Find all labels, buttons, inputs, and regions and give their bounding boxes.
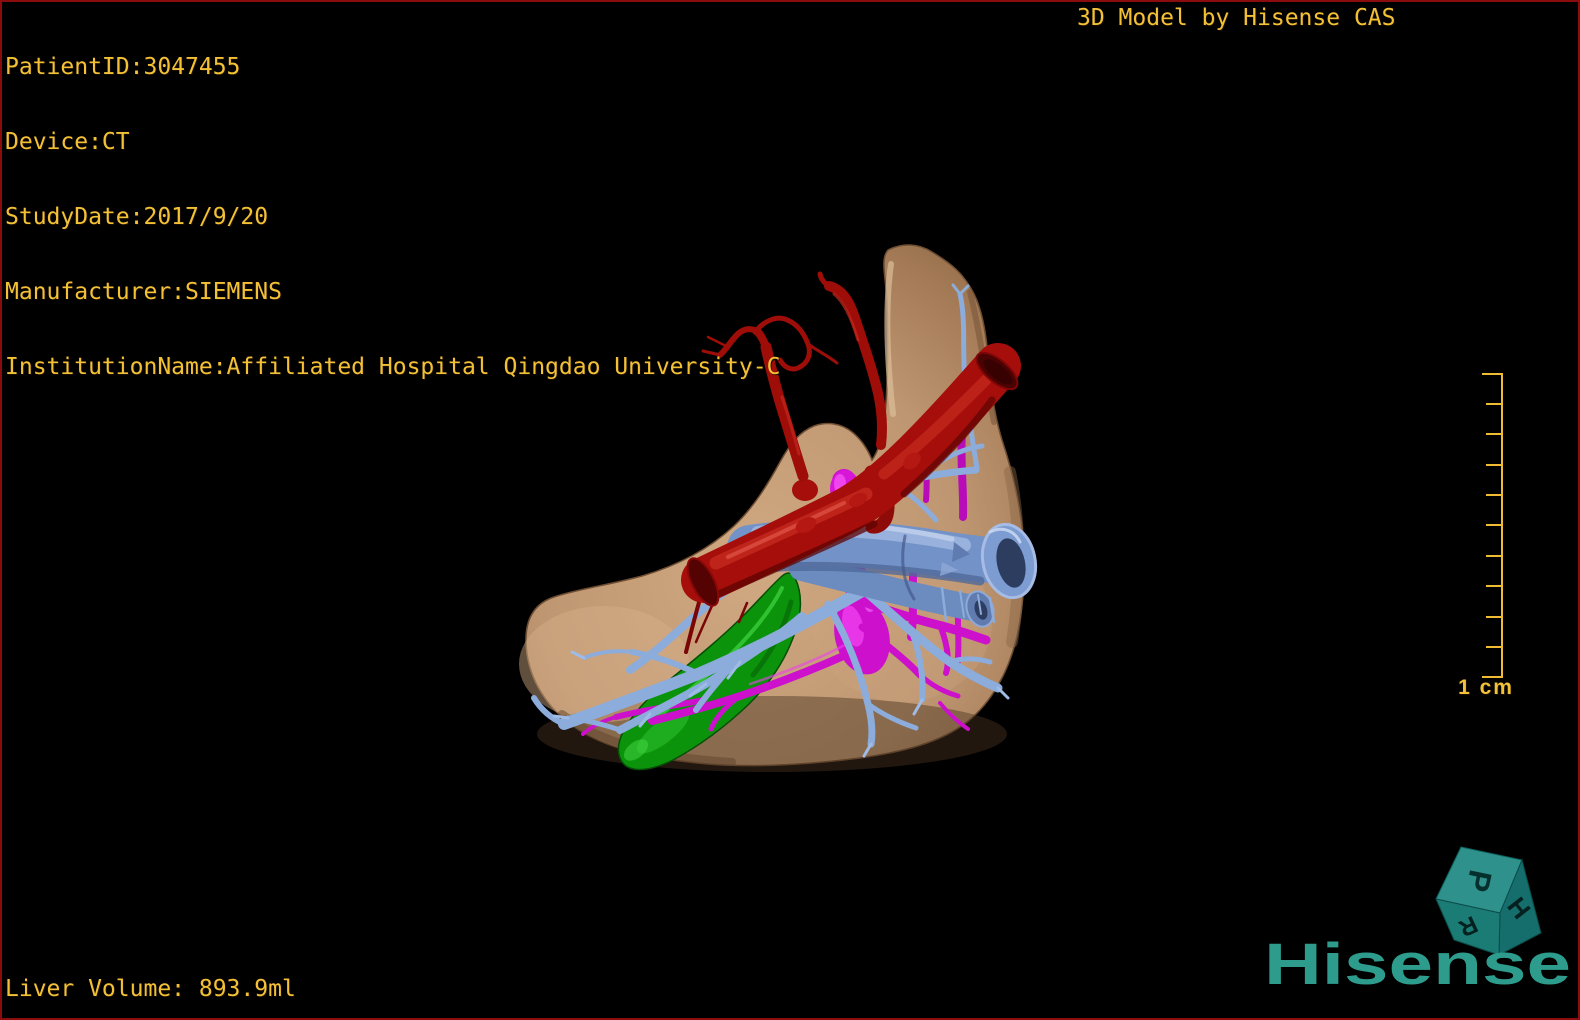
view-title: 3D Model by Hisense CAS	[1077, 5, 1396, 31]
institution-name: InstitutionName:Affiliated Hospital Qing…	[5, 354, 781, 380]
manufacturer: Manufacturer:SIEMENS	[5, 279, 282, 305]
scale-ruler	[1482, 373, 1503, 678]
patient-info-overlay: PatientID:3047455 Device:CT StudyDate:20…	[5, 5, 780, 430]
patient-id: PatientID:3047455	[5, 54, 241, 80]
hisense-logo: Hisense	[1264, 932, 1572, 997]
scale-ruler-label: 1 cm	[1458, 676, 1514, 699]
device: Device:CT	[5, 129, 130, 155]
viewer-window: P H R PatientID:3047455 Device:CT StudyD…	[0, 0, 1580, 1020]
study-date: StudyDate:2017/9/20	[5, 204, 269, 230]
liver-volume-readout: Liver Volume: 893.9ml	[5, 976, 296, 1002]
